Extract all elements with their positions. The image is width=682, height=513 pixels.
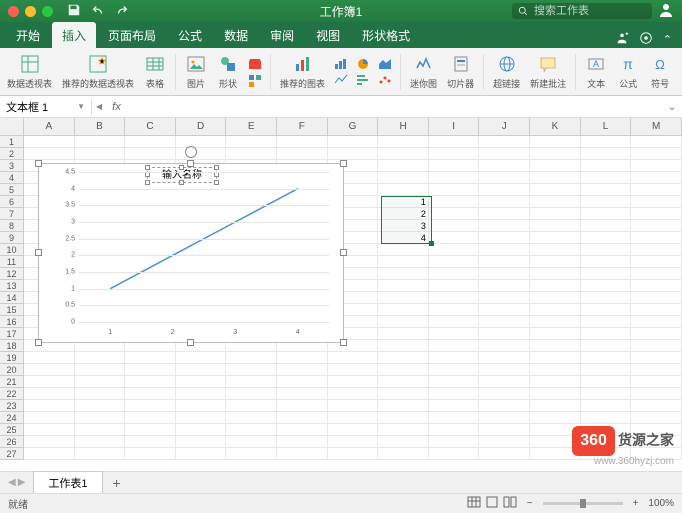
column-headers[interactable]: ABCDEFGHIJKLM — [24, 118, 682, 136]
page-layout-view-icon[interactable] — [485, 496, 499, 511]
zoom-in-button[interactable]: + — [633, 498, 639, 509]
minimize-icon[interactable] — [25, 6, 36, 17]
bar-chart-icon[interactable] — [354, 73, 372, 87]
undo-icon[interactable] — [91, 3, 105, 20]
tab-formulas[interactable]: 公式 — [168, 22, 212, 48]
recommended-charts-button[interactable]: 推荐的图表 — [277, 53, 328, 90]
pivot-table-button[interactable]: 数据透视表 — [4, 53, 55, 90]
tab-review[interactable]: 审阅 — [260, 22, 304, 48]
sheet-tab-active[interactable]: 工作表1 — [33, 471, 102, 494]
svg-text:π: π — [623, 56, 633, 72]
ribbon: 数据透视表 推荐的数据透视表 表格 图片 形状 推荐的图表 迷你图 切片器 超链… — [0, 48, 682, 96]
hyperlink-button[interactable]: 超链接 — [490, 53, 523, 90]
zoom-out-button[interactable]: − — [527, 498, 533, 509]
resize-handle[interactable] — [35, 160, 42, 167]
titlebar: 工作簿1 — [0, 0, 682, 22]
select-all-corner[interactable] — [0, 118, 24, 136]
add-sheet-button[interactable]: + — [105, 475, 129, 491]
row-headers[interactable]: 1234567891011121314151617181920212223242… — [0, 136, 24, 460]
resize-handle[interactable] — [340, 249, 347, 256]
myaddins-icon[interactable] — [246, 73, 264, 87]
store-icon[interactable] — [246, 57, 264, 71]
column-chart-icon[interactable] — [332, 57, 350, 71]
tab-data[interactable]: 数据 — [214, 22, 258, 48]
recommended-pivot-button[interactable]: 推荐的数据透视表 — [59, 53, 137, 90]
chart-plot-area[interactable]: 1234 — [79, 172, 329, 322]
shapes-button[interactable]: 形状 — [214, 53, 242, 90]
user-icon[interactable] — [658, 2, 674, 21]
symbol-button[interactable]: Ω符号 — [646, 53, 674, 90]
addins-group — [246, 57, 264, 87]
resize-handle[interactable] — [340, 160, 347, 167]
svg-text:A: A — [593, 59, 599, 69]
chart-object[interactable]: 输入名称 00.511.522.533.544.5 1234 — [38, 163, 344, 343]
name-box[interactable]: 文本框 1▼ — [0, 99, 92, 115]
help-icon[interactable] — [639, 31, 653, 48]
save-icon[interactable] — [67, 3, 81, 20]
document-title: 工作簿1 — [320, 3, 363, 20]
tab-insert[interactable]: 插入 — [52, 22, 96, 48]
collapse-ribbon-icon[interactable]: ⌃ — [663, 33, 672, 46]
window-controls — [0, 6, 53, 17]
share-icon[interactable] — [615, 31, 629, 48]
normal-view-icon[interactable] — [467, 496, 481, 511]
line-chart-icon[interactable] — [332, 73, 350, 87]
chart-y-axis: 00.511.522.533.544.5 — [55, 172, 77, 322]
sparkline-button[interactable]: 迷你图 — [407, 53, 440, 90]
zoom-slider[interactable] — [543, 502, 623, 505]
collapse-namebox-icon[interactable]: ◀ — [92, 102, 106, 111]
chart-line-series — [79, 172, 329, 322]
equation-button[interactable]: π公式 — [614, 53, 642, 90]
close-icon[interactable] — [8, 6, 19, 17]
status-bar: 就绪 − + 100% — [0, 493, 682, 513]
sheet-nav-prev-icon[interactable]: ◀ — [8, 477, 16, 488]
table-button[interactable]: 表格 — [141, 53, 169, 90]
redo-icon[interactable] — [115, 3, 129, 20]
status-ready: 就绪 — [8, 496, 28, 511]
area-chart-icon[interactable] — [376, 57, 394, 71]
sheet-nav-next-icon[interactable]: ▶ — [18, 477, 26, 488]
resize-handle[interactable] — [187, 160, 194, 167]
tab-page-layout[interactable]: 页面布局 — [98, 22, 166, 48]
tab-view[interactable]: 视图 — [306, 22, 350, 48]
spreadsheet-grid[interactable]: ABCDEFGHIJKLM 12345678910111213141516171… — [0, 118, 682, 468]
view-switcher — [467, 496, 517, 511]
pie-chart-icon[interactable] — [354, 57, 372, 71]
textbox-button[interactable]: A文本 — [582, 53, 610, 90]
chevron-down-icon[interactable]: ▼ — [77, 102, 85, 111]
tab-home[interactable]: 开始 — [6, 22, 50, 48]
sheet-tabs: ◀▶ 工作表1 + — [0, 471, 682, 493]
chart-types — [332, 57, 350, 87]
comment-button[interactable]: 新建批注 — [527, 53, 569, 90]
page-break-view-icon[interactable] — [503, 496, 517, 511]
formula-bar: 文本框 1▼ ◀ fx ⌄ — [0, 96, 682, 118]
rotate-handle-icon[interactable] — [185, 146, 197, 158]
tab-shape-format[interactable]: 形状格式 — [352, 22, 420, 48]
maximize-icon[interactable] — [42, 6, 53, 17]
resize-handle[interactable] — [35, 249, 42, 256]
quick-access-toolbar — [67, 3, 129, 20]
resize-handle[interactable] — [340, 339, 347, 346]
search-input[interactable] — [512, 3, 652, 19]
search-icon — [517, 5, 529, 17]
zoom-level[interactable]: 100% — [648, 498, 674, 509]
picture-button[interactable]: 图片 — [182, 53, 210, 90]
ribbon-tabs: 开始 插入 页面布局 公式 数据 审阅 视图 形状格式 ⌃ — [0, 22, 682, 48]
scatter-chart-icon[interactable] — [376, 73, 394, 87]
resize-handle[interactable] — [187, 339, 194, 346]
fx-label[interactable]: fx — [106, 101, 127, 113]
expand-formula-icon[interactable]: ⌄ — [662, 100, 682, 113]
svg-text:Ω: Ω — [655, 57, 665, 72]
resize-handle[interactable] — [35, 339, 42, 346]
slicer-button[interactable]: 切片器 — [444, 53, 477, 90]
